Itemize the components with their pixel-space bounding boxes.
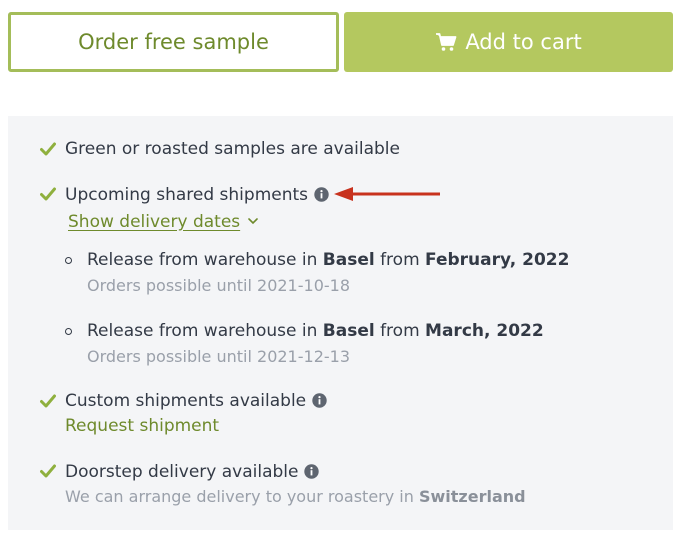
shipment-release-line: Release from warehouse in Basel from Mar… (87, 321, 544, 341)
feature-custom-shipments: Custom shipments available (65, 391, 327, 411)
list-bullet (65, 328, 72, 335)
annotation-arrow (334, 187, 440, 201)
shipment-release-line: Release from warehouse in Basel from Feb… (87, 250, 569, 270)
shopping-cart-icon (436, 33, 457, 51)
check-icon (40, 464, 56, 478)
show-delivery-dates-label: Show delivery dates (68, 212, 241, 232)
feature-custom-shipments-label: Custom shipments available (65, 391, 307, 411)
shipment-release-mid: from (374, 250, 426, 270)
shipment-orders-until: Orders possible until 2021-10-18 (87, 276, 350, 295)
info-icon[interactable] (312, 393, 327, 408)
feature-samples-available: Green or roasted samples are available (65, 139, 400, 159)
order-free-sample-label: Order free sample (78, 30, 269, 54)
info-icon[interactable] (314, 187, 329, 202)
feature-shared-shipments: Upcoming shared shipments (65, 185, 329, 205)
chevron-down-icon (248, 218, 258, 225)
request-shipment-link[interactable]: Request shipment (65, 416, 219, 436)
shipment-release-prefix: Release from warehouse in (87, 321, 323, 341)
delivery-note: We can arrange delivery to your roastery… (65, 487, 526, 506)
shipment-release-mid: from (374, 321, 426, 341)
shipment-date: February, 2022 (425, 250, 570, 270)
delivery-note-prefix: We can arrange delivery to your roastery… (65, 487, 419, 506)
feature-shared-shipments-label: Upcoming shared shipments (65, 185, 309, 205)
shipment-release-prefix: Release from warehouse in (87, 250, 323, 270)
list-bullet (65, 257, 72, 264)
add-to-cart-button[interactable]: Add to cart (344, 12, 673, 72)
order-free-sample-button[interactable]: Order free sample (8, 12, 339, 72)
shipment-warehouse: Basel (322, 250, 375, 270)
feature-doorstep-delivery-label: Doorstep delivery available (65, 462, 299, 482)
add-to-cart-label: Add to cart (465, 30, 582, 54)
shipment-date: March, 2022 (425, 321, 544, 341)
show-delivery-dates-link[interactable]: Show delivery dates (68, 212, 258, 232)
info-icon[interactable] (304, 464, 320, 479)
shipment-orders-until: Orders possible until 2021-12-13 (87, 347, 350, 366)
check-icon (40, 187, 56, 201)
delivery-country: Switzerland (418, 487, 526, 506)
feature-doorstep-delivery: Doorstep delivery available (65, 462, 320, 482)
check-icon (40, 394, 56, 408)
shipment-warehouse: Basel (322, 321, 375, 341)
check-icon (40, 142, 56, 156)
